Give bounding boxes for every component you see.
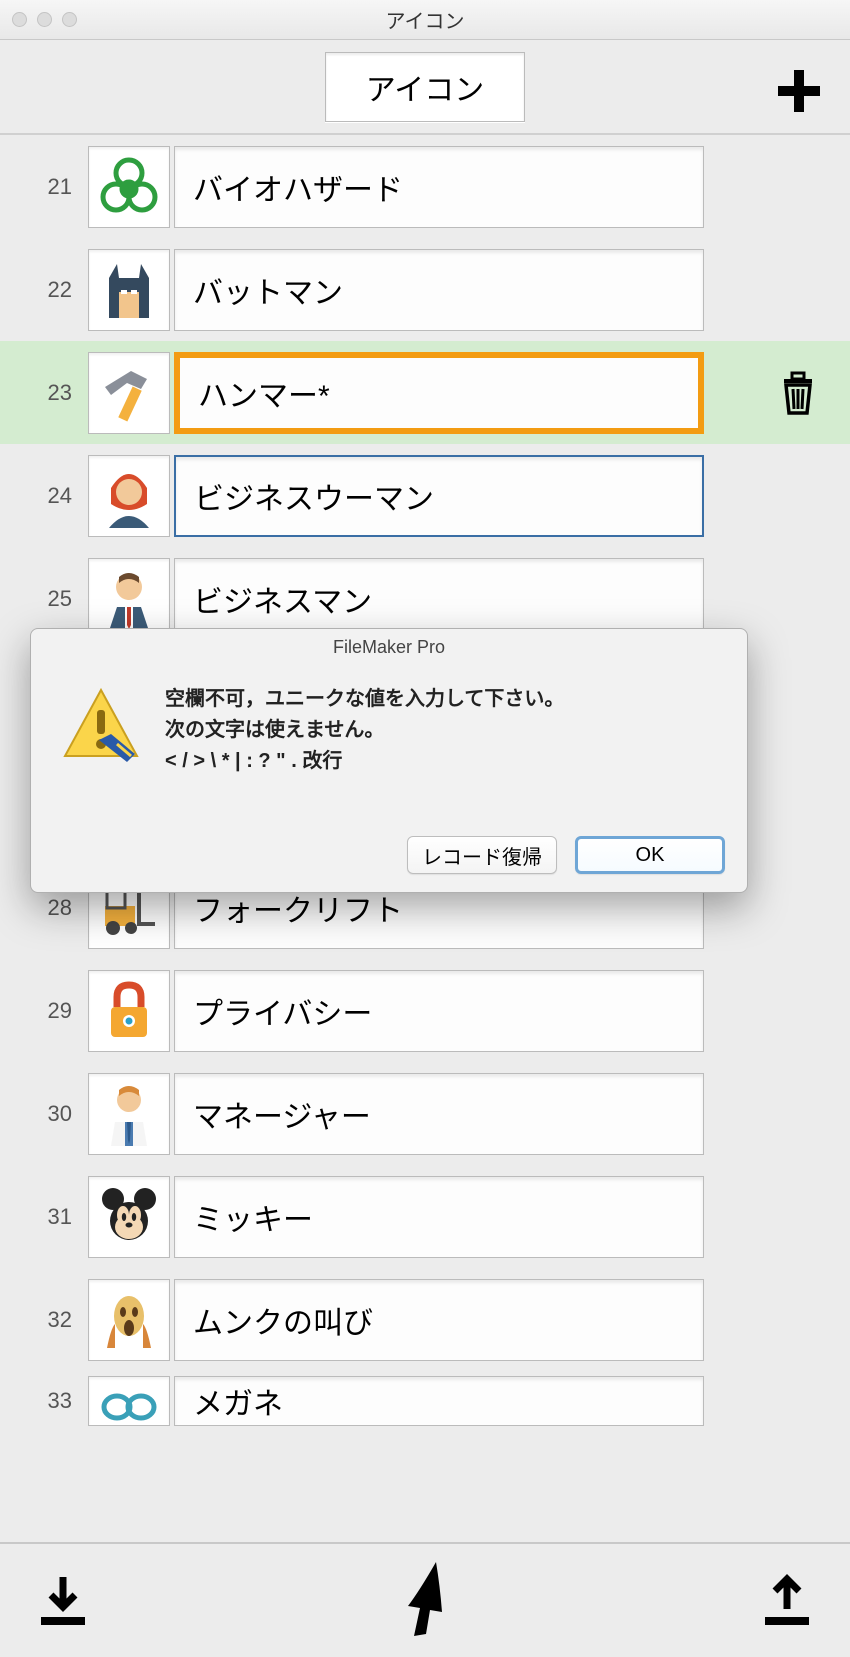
list-row[interactable]: 22 バットマン [0, 238, 850, 341]
list-row[interactable]: 33 メガネ [0, 1371, 850, 1431]
export-button[interactable] [759, 1573, 815, 1629]
row-number: 32 [20, 1307, 80, 1333]
row-label[interactable]: マネージャー [174, 1073, 704, 1155]
row-label[interactable]: プライバシー [174, 970, 704, 1052]
list-row[interactable]: 29 プライバシー [0, 959, 850, 1062]
header: アイコン [0, 40, 850, 135]
glasses-icon[interactable] [88, 1376, 170, 1426]
import-button[interactable] [35, 1573, 91, 1629]
lock-icon[interactable] [88, 970, 170, 1052]
list-row[interactable]: 24 ビジネスウーマン [0, 444, 850, 547]
dialog-line1: 空欄不可，ユニークな値を入力して下さい。 [165, 684, 564, 715]
mickey-icon[interactable] [88, 1176, 170, 1258]
close-window[interactable] [12, 12, 27, 27]
upload-icon [759, 1573, 815, 1629]
row-label[interactable]: メガネ [174, 1376, 704, 1426]
row-number: 25 [20, 586, 80, 612]
manager-icon[interactable] [88, 1073, 170, 1155]
titlebar: アイコン [0, 0, 850, 40]
window-controls [12, 12, 77, 27]
zoom-window[interactable] [62, 12, 77, 27]
batman-icon[interactable] [88, 249, 170, 331]
list-row[interactable]: 32 ムンクの叫び [0, 1268, 850, 1371]
list-row[interactable]: 21 バイオハザード [0, 135, 850, 238]
biohazard-icon[interactable] [88, 146, 170, 228]
cursor-arrow-icon [390, 1556, 460, 1646]
ok-button[interactable]: OK [575, 836, 725, 874]
header-title-box: アイコン [325, 52, 526, 122]
revert-record-button[interactable]: レコード復帰 [407, 836, 557, 874]
row-number: 33 [20, 1388, 80, 1414]
row-label[interactable]: バットマン [174, 249, 704, 331]
warning-icon [57, 684, 145, 772]
dialog-line3: < / > \ * | : ? " . 改行 [165, 746, 564, 777]
add-button[interactable] [776, 68, 822, 114]
trash-icon [776, 371, 820, 415]
dialog-title: FileMaker Pro [31, 629, 747, 662]
minimize-window[interactable] [37, 12, 52, 27]
alert-dialog: FileMaker Pro 空欄不可，ユニークな値を入力して下さい。 次の文字は… [30, 628, 748, 893]
row-number: 21 [20, 174, 80, 200]
row-number: 23 [20, 380, 80, 406]
window-title: アイコン [0, 5, 850, 34]
row-number: 29 [20, 998, 80, 1024]
dialog-message: 空欄不可，ユニークな値を入力して下さい。 次の文字は使えません。 < / > \… [145, 684, 564, 777]
list-row[interactable]: 31 ミッキー [0, 1165, 850, 1268]
row-number: 31 [20, 1204, 80, 1230]
plus-icon [776, 68, 822, 114]
row-label[interactable]: ムンクの叫び [174, 1279, 704, 1361]
footer-toolbar [0, 1542, 850, 1657]
row-number: 22 [20, 277, 80, 303]
row-label[interactable]: ハンマー* [174, 352, 704, 434]
delete-button[interactable] [776, 371, 820, 415]
businesswoman-icon[interactable] [88, 455, 170, 537]
row-number: 28 [20, 895, 80, 921]
row-number: 30 [20, 1101, 80, 1127]
hammer-icon[interactable] [88, 352, 170, 434]
scream-icon[interactable] [88, 1279, 170, 1361]
list-row[interactable]: 30 マネージャー [0, 1062, 850, 1165]
download-icon [35, 1573, 91, 1629]
row-label[interactable]: ミッキー [174, 1176, 704, 1258]
row-number: 24 [20, 483, 80, 509]
row-label[interactable]: バイオハザード [174, 146, 704, 228]
list-row-selected[interactable]: 23 ハンマー* [0, 341, 850, 444]
row-label[interactable]: ビジネスウーマン [174, 455, 704, 537]
dialog-line2: 次の文字は使えません。 [165, 715, 564, 746]
